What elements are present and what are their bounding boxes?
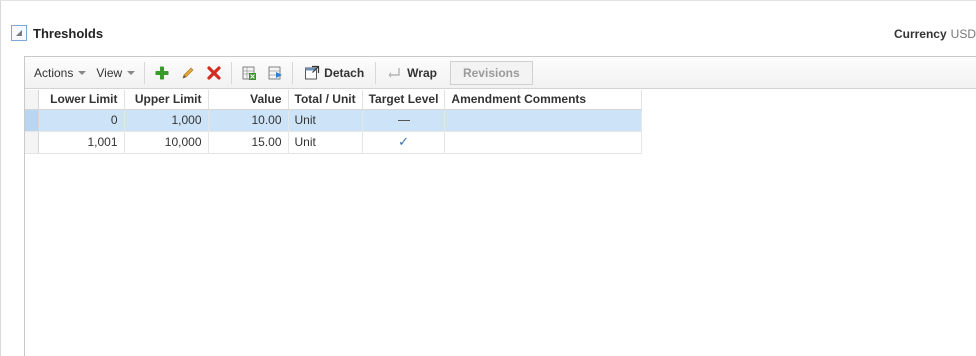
column-header-target-level[interactable]: Target Level — [362, 90, 446, 110]
toolbar-divider — [144, 61, 146, 84]
revisions-label: Revisions — [462, 65, 520, 80]
wrap-button[interactable]: Wrap — [380, 62, 444, 84]
detach-button[interactable]: Detach — [297, 62, 371, 84]
detach-icon — [305, 65, 320, 79]
column-header-amendment-comments[interactable]: Amendment Comments — [444, 90, 643, 110]
column-header-upper-limit[interactable]: Upper Limit — [124, 90, 209, 110]
column-header-total-unit[interactable]: Total / Unit — [288, 90, 363, 110]
thresholds-table-region: Actions View Detach Wrap Revisions Lower… — [24, 56, 976, 356]
table-row[interactable]: 1,001 10,000 15.00 Unit ✓ — [25, 131, 643, 154]
thresholds-panel: Thresholds Currency USD Actions View Det… — [0, 0, 976, 356]
freeze-button[interactable] — [264, 62, 286, 84]
total-unit-cell[interactable]: Unit — [288, 109, 363, 132]
column-header-lower-limit[interactable]: Lower Limit — [38, 90, 125, 110]
pencil-icon — [182, 67, 194, 78]
checkmark-icon: ✓ — [398, 134, 409, 149]
detach-label: Detach — [324, 65, 365, 80]
target-level-cell[interactable] — [362, 109, 446, 132]
target-level-unset-dash — [397, 120, 410, 121]
actions-menu[interactable]: Actions — [29, 62, 91, 84]
amendment-comments-cell[interactable] — [444, 131, 643, 154]
plus-icon — [155, 66, 169, 79]
row-header-cell[interactable] — [25, 131, 39, 154]
revisions-button[interactable]: Revisions — [449, 60, 533, 85]
delete-row-button[interactable] — [203, 62, 225, 84]
view-menu[interactable]: View — [91, 62, 140, 84]
edit-row-button[interactable] — [177, 62, 199, 84]
lower-limit-cell[interactable]: 0 — [38, 109, 125, 132]
column-header-value[interactable]: Value — [208, 90, 289, 110]
upper-limit-cell[interactable]: 10,000 — [124, 131, 209, 154]
row-header-corner — [25, 90, 39, 110]
toolbar-divider — [292, 61, 294, 84]
panel-title: Thresholds — [33, 25, 104, 41]
delete-x-icon — [207, 65, 221, 80]
currency-value: USD — [950, 27, 976, 41]
amendment-comments-cell[interactable] — [444, 109, 643, 132]
panel-header: Thresholds — [11, 23, 103, 43]
add-row-button[interactable] — [151, 62, 173, 84]
wrap-label: Wrap — [407, 65, 437, 80]
thresholds-table: Lower Limit Upper Limit Value Total / Un… — [25, 90, 643, 154]
total-unit-cell[interactable]: Unit — [288, 131, 363, 154]
export-spreadsheet-icon — [242, 66, 257, 80]
freeze-icon — [268, 66, 283, 79]
wrap-icon — [388, 67, 400, 78]
value-cell[interactable]: 10.00 — [208, 109, 289, 132]
actions-menu-label: Actions — [34, 65, 74, 80]
view-menu-label: View — [96, 65, 123, 80]
row-header-cell[interactable] — [25, 109, 39, 132]
collapse-toggle-button[interactable] — [11, 25, 27, 41]
table-row[interactable]: 0 1,000 10.00 Unit — [25, 109, 643, 132]
lower-limit-cell[interactable]: 1,001 — [38, 131, 125, 154]
currency-label: Currency — [893, 27, 947, 41]
chevron-down-icon — [127, 70, 136, 75]
upper-limit-cell[interactable]: 1,000 — [124, 109, 209, 132]
collapse-triangle-icon — [16, 30, 22, 36]
table-toolbar: Actions View Detach Wrap Revisions — [25, 57, 976, 89]
target-level-cell[interactable]: ✓ — [362, 131, 446, 154]
currency-info: Currency USD — [894, 27, 976, 41]
chevron-down-icon — [78, 70, 87, 75]
toolbar-divider — [231, 61, 233, 84]
value-cell[interactable]: 15.00 — [208, 131, 289, 154]
table-header-row: Lower Limit Upper Limit Value Total / Un… — [25, 90, 643, 110]
toolbar-divider — [375, 61, 377, 84]
export-button[interactable] — [238, 62, 260, 84]
